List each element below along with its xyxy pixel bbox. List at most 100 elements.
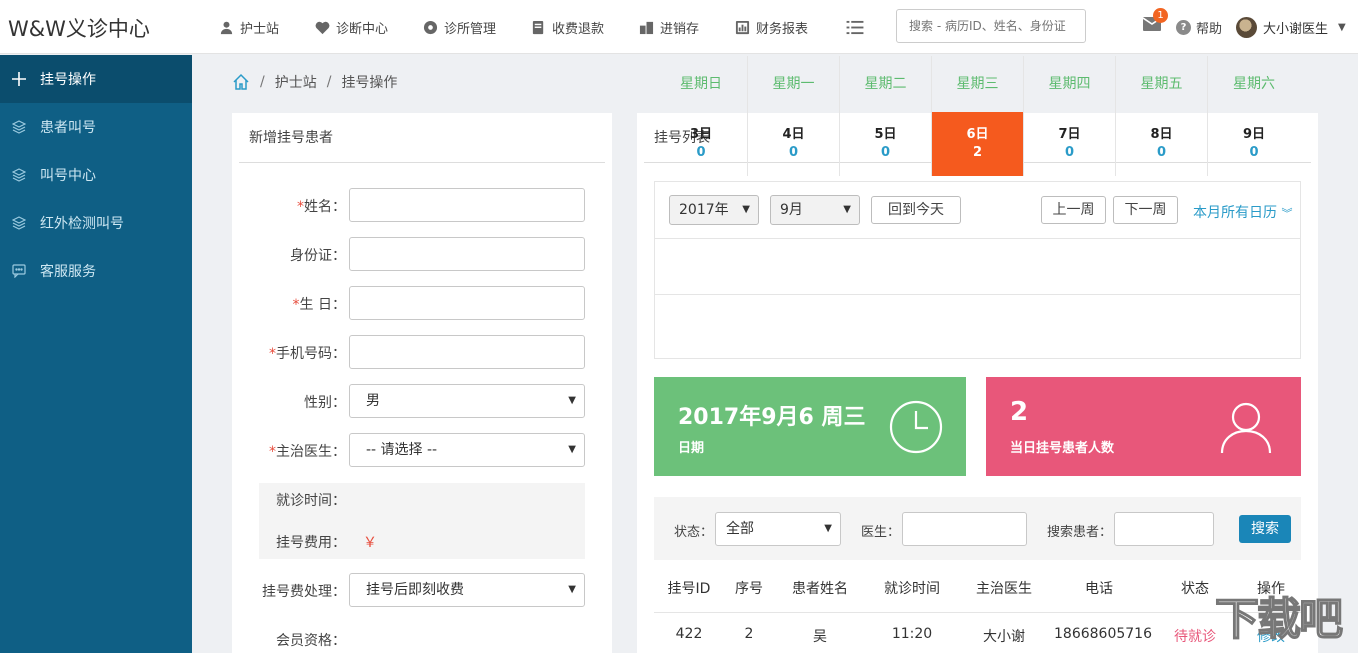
- day-number: 5日: [874, 127, 897, 142]
- day-number: 3日: [689, 127, 713, 142]
- nav-billing-refund[interactable]: 收费退款: [531, 0, 604, 54]
- search-input[interactable]: [896, 9, 1086, 43]
- doctor-select[interactable]: -- 请选择 -- ▼: [349, 433, 585, 467]
- calendar-day[interactable]: 星期五 8日 0: [1115, 56, 1207, 176]
- nav-inventory[interactable]: 进销存: [639, 0, 699, 54]
- sidebar-item-call-center[interactable]: 叫号中心: [0, 151, 192, 199]
- label-text: 主治医生：: [276, 444, 346, 460]
- divider: [655, 294, 1300, 295]
- doctor-filter-input[interactable]: [902, 512, 1027, 546]
- id-card-input[interactable]: [349, 237, 585, 271]
- weekday-label: 星期三: [956, 76, 999, 92]
- label-text: 姓名：: [304, 199, 346, 215]
- gear-icon: [423, 20, 438, 34]
- caret-down-icon: ▼: [1338, 21, 1346, 33]
- search-button[interactable]: 搜索: [1239, 515, 1291, 543]
- fee-handling-select[interactable]: 挂号后即刻收费 ▼: [349, 573, 585, 607]
- user-icon: [1220, 402, 1272, 454]
- weekday-label: 星期六: [1233, 76, 1275, 92]
- gender-label: 性别：: [304, 395, 346, 411]
- column-header: 就诊时间: [884, 581, 940, 597]
- nav-label: 财务报表: [756, 21, 809, 37]
- sidebar-item-patient-call[interactable]: 患者叫号: [0, 103, 192, 151]
- next-week-button[interactable]: 下一周: [1113, 196, 1178, 224]
- nav-label: 诊所管理: [444, 21, 497, 37]
- nav-financial-report[interactable]: 财务报表: [735, 0, 808, 54]
- divider: [655, 238, 1300, 239]
- calendar-day[interactable]: 星期四 7日 0: [1023, 56, 1115, 176]
- sidebar-item-label: 红外检测叫号: [40, 216, 124, 232]
- chevron-down-icon: ▼: [742, 204, 750, 215]
- mail-badge: 1: [1153, 8, 1168, 23]
- user-name: 大小谢医生: [1263, 21, 1329, 37]
- chevron-down-icon: ▼: [568, 444, 576, 455]
- selected-value: 挂号后即刻收费: [366, 582, 464, 598]
- clock-icon: [889, 400, 943, 454]
- nav-diagnosis-center[interactable]: 诊断中心: [315, 0, 388, 54]
- list-icon: [846, 20, 864, 34]
- required-mark: *: [292, 297, 300, 313]
- sidebar-item-label: 客服服务: [40, 264, 96, 280]
- fee-label: 挂号费用：: [276, 535, 346, 551]
- calendar-day-today[interactable]: 星期三 6日 2: [931, 56, 1023, 176]
- name-input[interactable]: [349, 188, 585, 222]
- help-icon: ?: [1176, 19, 1191, 35]
- month-select[interactable]: 9月 ▼: [770, 195, 860, 225]
- day-count: 0: [1156, 145, 1167, 160]
- chat-icon: [12, 264, 26, 278]
- nav-clinic-management[interactable]: 诊所管理: [423, 0, 496, 54]
- birthday-input[interactable]: [349, 286, 585, 320]
- weekday-label: 星期日: [680, 76, 722, 92]
- cell-seq: 2: [744, 626, 754, 642]
- doctor-label: *主治医生：: [269, 441, 346, 461]
- chevron-double-down-icon: ︾: [1281, 207, 1293, 220]
- fee-value: ￥: [363, 535, 377, 551]
- day-cell: 3日 0: [655, 112, 747, 176]
- calendar-day[interactable]: 星期六 9日 0: [1207, 56, 1300, 176]
- breadcrumb-separator: /: [260, 74, 265, 90]
- required-mark: *: [269, 346, 276, 362]
- cell-patient-name: 吴: [813, 629, 827, 645]
- phone-input[interactable]: [349, 335, 585, 369]
- breadcrumb-item: 挂号操作: [341, 75, 398, 91]
- layers-icon: [12, 168, 26, 182]
- day-number: 7日: [1058, 127, 1081, 142]
- inventory-icon: [639, 21, 654, 34]
- calendar-day[interactable]: 星期二 5日 0: [839, 56, 931, 176]
- home-icon[interactable]: [232, 73, 250, 91]
- weekday-label: 星期二: [864, 76, 907, 92]
- month-calendar-link[interactable]: 本月所有日历 ︾: [1193, 202, 1292, 222]
- more-menu-button[interactable]: [846, 0, 864, 54]
- day-count: 0: [788, 145, 799, 160]
- required-mark: *: [269, 444, 276, 460]
- sidebar-item-register[interactable]: 挂号操作: [0, 55, 192, 103]
- weekday-label: 星期一: [772, 76, 815, 92]
- breadcrumb-item[interactable]: 护士站: [275, 72, 317, 92]
- selected-value: 2017年: [679, 202, 729, 218]
- nav-nurse-station[interactable]: 护士站: [219, 0, 279, 54]
- nav-label: 护士站: [240, 21, 280, 37]
- patient-search-input[interactable]: [1114, 512, 1214, 546]
- sidebar-item-customer-service[interactable]: 客服服务: [0, 247, 192, 295]
- status-filter-select[interactable]: 全部 ▼: [715, 512, 841, 546]
- chevron-down-icon: ▼: [568, 584, 576, 595]
- help-label: 帮助: [1196, 21, 1223, 37]
- year-select[interactable]: 2017年 ▼: [669, 195, 759, 225]
- help-button[interactable]: ? 帮助: [1176, 0, 1222, 54]
- day-cell: 9日 0: [1208, 112, 1300, 176]
- sidebar-item-infrared-call[interactable]: 红外检测叫号: [0, 199, 192, 247]
- gender-select[interactable]: 男 ▼: [349, 384, 585, 418]
- day-cell: 8日 0: [1116, 112, 1207, 176]
- cell-visit-time: 11:20: [891, 626, 933, 642]
- day-number: 8日: [1150, 127, 1173, 142]
- calendar-day[interactable]: 星期一 4日 0: [747, 56, 839, 176]
- divider: [239, 162, 605, 163]
- column-header: 主治医生: [976, 581, 1032, 597]
- nav-label: 诊断中心: [336, 21, 389, 37]
- prev-week-button[interactable]: 上一周: [1041, 196, 1106, 224]
- today-button[interactable]: 回到今天: [871, 196, 961, 224]
- calendar-day[interactable]: 星期日 3日 0: [655, 56, 747, 176]
- app-logo[interactable]: W&W义诊中心: [8, 13, 150, 43]
- selected-value: -- 请选择 --: [366, 442, 438, 458]
- user-menu[interactable]: 大小谢医生 ▼: [1236, 0, 1346, 54]
